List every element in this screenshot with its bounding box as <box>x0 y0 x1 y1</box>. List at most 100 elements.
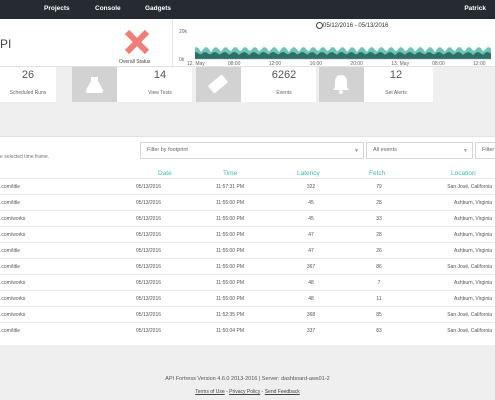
chevron-down-icon: ▼ <box>463 148 468 154</box>
nav-gadgets[interactable]: Gadgets <box>145 5 171 12</box>
row-latency: 45 <box>308 216 314 222</box>
row-path: .com/title <box>0 264 21 270</box>
table-row[interactable]: .com/title 05/13/2016 11:50:04 PM 337 83 San … <box>0 322 495 338</box>
row-time: 11:55:00 PM <box>216 296 244 302</box>
row-fetch: 33 <box>376 216 382 222</box>
overall-status-label: Overall Status <box>119 59 151 65</box>
footer-links: Terms of Use - Privacy Policy - Send Fee… <box>0 389 495 395</box>
row-time: 11:55:00 PM <box>216 280 244 286</box>
table-row[interactable]: .com/works 05/13/2016 11:55:00 PM 48 7 Ashbur… <box>0 274 495 290</box>
row-location: Ashburn, Virginia <box>454 280 492 286</box>
row-path: .com/works <box>0 296 26 302</box>
chart-x-tick-label: 12:00 <box>473 61 486 67</box>
summary-panel: PI Overall Status 05/12/2016 - 05/13/201… <box>0 19 495 67</box>
row-date: 05/13/2016 <box>136 328 162 334</box>
tile-value: 12 <box>389 69 403 81</box>
top-nav-bar: Projects Console Gadgets Patrick <box>0 0 495 19</box>
row-time: 11:50:04 PM <box>216 328 244 334</box>
table-row[interactable]: .com/works 05/13/2016 11:55:00 PM 45 33 Ashbu… <box>0 210 495 226</box>
tile-label: Events <box>276 90 292 96</box>
column-header-location[interactable]: Location <box>451 170 476 177</box>
chevron-down-icon: ▼ <box>354 148 359 154</box>
tile-value: 14 <box>153 69 167 81</box>
row-latency: 47 <box>308 232 314 238</box>
row-time: 11:55:00 PM <box>216 216 244 222</box>
privacy-link[interactable]: Privacy Policy <box>229 389 260 395</box>
event-type-value: All events <box>373 147 397 153</box>
footer-version: API Fortress Version 4.6.0 2013-2016 | S… <box>165 376 330 382</box>
row-location: San José, California <box>447 184 492 190</box>
nav-console[interactable]: Console <box>95 5 121 12</box>
row-path: .com/works <box>0 232 26 238</box>
row-location: San José, California <box>447 328 492 334</box>
row-latency: 337 <box>306 328 316 334</box>
column-header-latency[interactable]: Latency <box>297 170 320 177</box>
feedback-link[interactable]: Send Feedback <box>265 389 300 395</box>
row-date: 05/13/2016 <box>136 232 162 238</box>
nav-user-menu[interactable]: Patrick <box>464 5 486 12</box>
row-latency: 48 <box>308 296 314 302</box>
row-date: 05/13/2016 <box>136 216 162 222</box>
row-latency: 45 <box>308 200 314 206</box>
row-date: 05/13/2016 <box>136 184 162 190</box>
row-path: .com/title <box>0 184 21 190</box>
chart-y-tick-label: 20k <box>179 29 188 35</box>
row-date: 05/13/2016 <box>136 248 162 254</box>
tile-events[interactable]: 6262 Events <box>196 67 316 102</box>
row-path: .com/works <box>0 280 26 286</box>
table-row[interactable]: .com/title 05/13/2016 11:55:00 PM 47 26 Ashbu… <box>0 242 495 258</box>
row-date: 05/13/2016 <box>136 296 162 302</box>
tile-label: View Tests <box>148 90 172 96</box>
row-path: .com/title <box>0 200 21 206</box>
row-fetch: 86 <box>376 264 382 270</box>
column-header-time[interactable]: Time <box>223 170 237 177</box>
row-latency: 48 <box>308 280 314 286</box>
tile-value: 26 <box>21 69 35 81</box>
table-row[interactable]: .com/works 05/13/2016 11:55:00 PM 48 11 Ashbu… <box>0 290 495 306</box>
row-time: 11:52:35 PM <box>216 312 244 318</box>
chart-x-tick-label: 08:00 <box>432 61 445 67</box>
table-row[interactable]: .com/title 05/13/2016 11:57:31 PM 322 79 San … <box>0 178 495 194</box>
time-frame-note: e selected time frame. <box>0 154 50 160</box>
terms-link[interactable]: Terms of Use <box>195 389 224 395</box>
row-fetch: 79 <box>376 184 382 190</box>
row-date: 05/13/2016 <box>136 312 162 318</box>
column-header-fetch[interactable]: Fetch <box>369 170 385 177</box>
nav-projects[interactable]: Projects <box>44 5 70 12</box>
table-row[interactable]: .com/title 05/13/2016 11:55:00 PM 367 86 San … <box>0 258 495 274</box>
row-date: 05/13/2016 <box>136 264 162 270</box>
footprint-filter[interactable]: Filter by footprint ▼ <box>140 142 364 159</box>
row-time: 11:55:00 PM <box>216 200 244 206</box>
row-fetch: 26 <box>376 248 382 254</box>
table-row[interactable]: .com/works 05/13/2016 11:55:00 PM 47 28 Ashbu… <box>0 226 495 242</box>
row-time: 11:55:00 PM <box>216 232 244 238</box>
row-path: .com/works <box>0 312 26 318</box>
tile-icon-box <box>196 67 241 102</box>
tile-value: 6262 <box>271 69 297 81</box>
row-time: 11:55:00 PM <box>216 264 244 270</box>
tile-set-alerts[interactable]: 12 Set Alerts <box>319 67 433 102</box>
tile-icon-box <box>319 67 364 102</box>
extra-filter[interactable]: Filter <box>475 142 495 159</box>
row-location: Ashburn, Virginia <box>454 200 492 206</box>
row-latency: 368 <box>306 312 316 318</box>
tile-scheduled-runs[interactable]: 26 Scheduled Runs <box>0 67 56 102</box>
event-type-select[interactable]: All events ▼ <box>366 142 473 159</box>
row-location: Ashburn, Virginia <box>454 248 492 254</box>
table-row[interactable]: .com/title 05/13/2016 11:55:00 PM 45 25 Ashbu… <box>0 194 495 210</box>
tile-label: Scheduled Runs <box>9 90 47 96</box>
column-header-date[interactable]: Date <box>158 170 172 177</box>
row-location: San José, California <box>447 312 492 318</box>
table-row[interactable]: .com/works 05/13/2016 11:52:35 PM 368 85 San … <box>0 306 495 322</box>
row-location: San José, California <box>447 264 492 270</box>
row-time: 11:57:31 PM <box>216 184 244 190</box>
flask-icon <box>85 77 104 94</box>
row-latency: 367 <box>306 264 316 270</box>
tile-view-tests[interactable]: 14 View Tests <box>72 67 192 102</box>
row-fetch: 83 <box>376 328 382 334</box>
row-path: .com/title <box>0 328 21 334</box>
row-fetch: 7 <box>377 280 381 286</box>
activity-chart: 05/12/2016 - 05/13/2016 20k 0k 12. May 08:0… <box>172 19 495 67</box>
row-path: .com/works <box>0 216 26 222</box>
row-location: Ashburn, Virginia <box>454 232 492 238</box>
